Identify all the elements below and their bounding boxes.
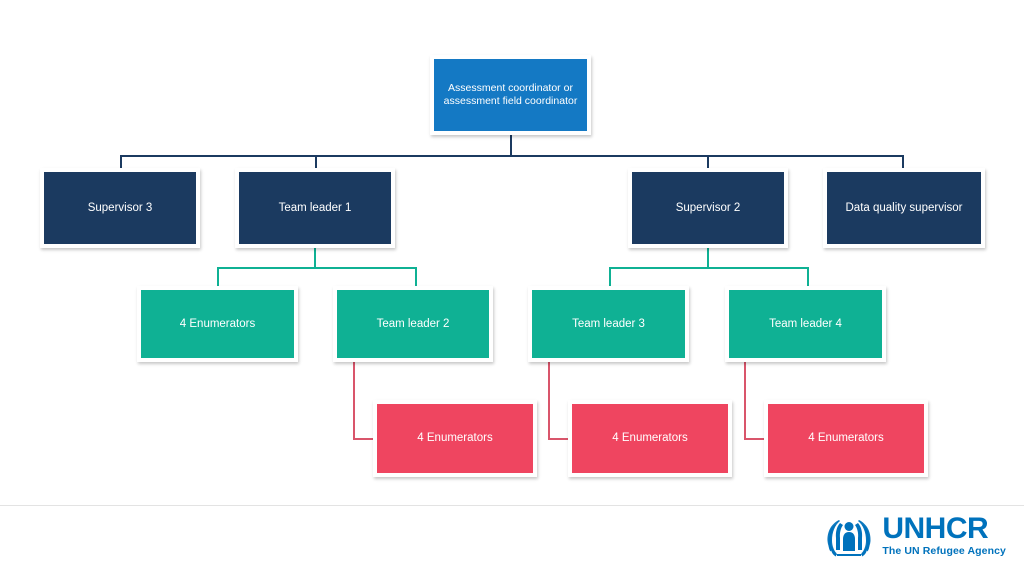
connector-root-stem [510,135,512,156]
connector-level2-bus [120,155,904,157]
connector-tl1-drop-right [415,267,417,286]
node-label: 4 Enumerators [417,432,493,445]
node-assessment-coordinator[interactable]: Assessment coordinator or assessment fie… [430,55,591,135]
connector-tl4-drop [744,362,746,439]
node-supervisor-3[interactable]: Supervisor 3 [40,168,200,248]
unhcr-logo: UNHCR The UN Refugee Agency [823,512,1006,558]
node-team-leader-1[interactable]: Team leader 1 [235,168,395,248]
node-label: Supervisor 2 [675,201,741,214]
connector-tl3-drop [548,362,550,439]
node-label: Team leader 4 [769,317,842,330]
node-team-leader-3[interactable]: Team leader 3 [528,286,689,362]
node-label: 4 Enumerators [808,432,884,445]
node-label: Supervisor 3 [87,201,153,214]
connector-tl2-drop [353,362,355,439]
connector-sup2-bus [609,267,809,269]
footer-divider [0,505,1024,506]
connector-tl1-bus [217,267,417,269]
node-label: Team leader 1 [278,201,352,214]
connector-level2-drop-1 [120,155,122,169]
node-enumerators-1[interactable]: 4 Enumerators [137,286,298,362]
node-enumerators-3[interactable]: 4 Enumerators [568,400,732,477]
node-data-quality-supervisor[interactable]: Data quality supervisor [823,168,985,248]
node-label: Assessment coordinator or assessment fie… [443,81,578,107]
unhcr-wordmark: UNHCR [882,511,989,545]
connector-level2-drop-3 [707,155,709,169]
connector-sup2-drop-left [609,267,611,286]
connector-sup2-drop-right [807,267,809,286]
node-label: Team leader 3 [572,317,645,330]
node-label: 4 Enumerators [179,317,256,330]
connector-level2-drop-2 [315,155,317,169]
node-label: Data quality supervisor [845,201,963,214]
connector-tl1-stem [314,248,316,268]
node-team-leader-2[interactable]: Team leader 2 [333,286,493,362]
node-supervisor-2[interactable]: Supervisor 2 [628,168,788,248]
connector-level2-drop-4 [902,155,904,169]
unhcr-emblem-icon [827,520,871,557]
unhcr-logo-text: UNHCR The UN Refugee Agency [882,511,1006,557]
connector-sup2-stem [707,248,709,268]
node-enumerators-2[interactable]: 4 Enumerators [373,400,537,477]
connector-tl1-drop-left [217,267,219,286]
node-label: Team leader 2 [376,317,450,330]
node-team-leader-4[interactable]: Team leader 4 [725,286,886,362]
unhcr-tagline: The UN Refugee Agency [882,544,1006,557]
org-chart-slide: Assessment coordinator or assessment fie… [0,0,1024,576]
node-enumerators-4[interactable]: 4 Enumerators [764,400,928,477]
node-label: 4 Enumerators [612,432,688,445]
